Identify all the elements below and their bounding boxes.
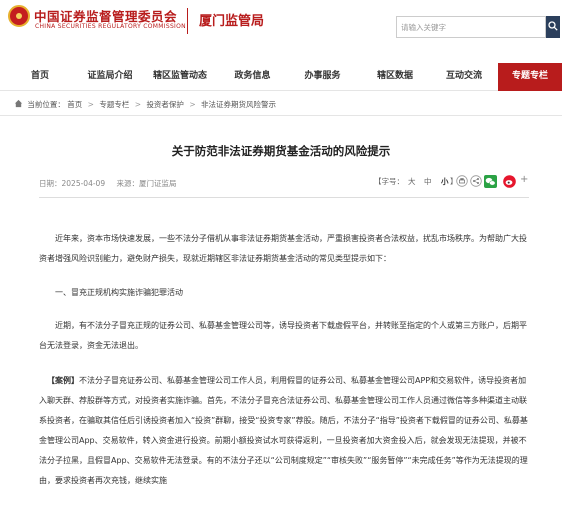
meta-divider	[39, 197, 529, 198]
search-icon	[548, 21, 558, 31]
article-paragraph-2: 近期，有不法分子冒充正规的证券公司、私募基金管理公司等，诱导投资者下载虚假平台，…	[39, 321, 527, 350]
share-icon[interactable]	[470, 175, 482, 187]
breadcrumb-separator: >	[134, 100, 142, 109]
search-box	[396, 16, 546, 38]
breadcrumb-risk-warning[interactable]: 非法证券期货风险警示	[201, 100, 276, 109]
bureau-name[interactable]: 厦门监管局	[199, 10, 264, 29]
breadcrumb: 当前位置： 首页 > 专题专栏 > 投资者保护 > 非法证券期货风险警示	[14, 99, 276, 110]
article-meta: 日期：2025-04-09 来源：厦门证监局	[39, 178, 185, 189]
search-button[interactable]	[546, 16, 560, 38]
font-size-label: 【字号：	[374, 177, 404, 186]
weibo-icon[interactable]	[503, 175, 516, 188]
national-emblem-icon	[8, 5, 30, 27]
nav-item-home[interactable]: 首页	[0, 63, 80, 91]
article-paragraph-case: 【案例】不法分子冒充证券公司、私募基金管理公司工作人员，利用假冒的证券公司、私募…	[39, 371, 534, 491]
nav-item-special-topics[interactable]: 专题专栏	[498, 63, 562, 91]
nav-item-about[interactable]: 证监局介绍	[80, 63, 140, 91]
home-icon	[14, 99, 23, 108]
font-size-large[interactable]: 大	[408, 176, 416, 187]
org-name-en: CHINA SECURITIES REGULATORY COMMISSION	[35, 23, 186, 30]
nav-item-data[interactable]: 辖区数据	[360, 63, 430, 91]
case-label: 【案例】	[47, 376, 79, 385]
breadcrumb-home[interactable]: 首页	[67, 100, 82, 109]
main-nav: 首页 证监局介绍 辖区监管动态 政务信息 办事服务 辖区数据 互动交流 专题专栏	[0, 63, 562, 91]
header-divider	[187, 8, 188, 34]
breadcrumb-investor-protection[interactable]: 投资者保护	[146, 100, 184, 109]
print-icon[interactable]	[456, 175, 468, 187]
breadcrumb-prefix: 当前位置：	[27, 100, 65, 109]
breadcrumb-special-topics[interactable]: 专题专栏	[99, 100, 129, 109]
article-section-heading: 一、冒充正规机构实施诈骗犯罪活动	[55, 288, 183, 297]
more-icon[interactable]: +	[520, 174, 528, 185]
article-source: 来源：厦门证监局	[116, 179, 177, 188]
breadcrumb-separator: >	[87, 100, 94, 109]
nav-item-gov-info[interactable]: 政务信息	[220, 63, 285, 91]
font-size-medium[interactable]: 中	[424, 176, 432, 187]
nav-item-interaction[interactable]: 互动交流	[430, 63, 498, 91]
wechat-icon[interactable]	[484, 175, 497, 188]
breadcrumb-divider	[0, 115, 562, 116]
article-title: 关于防范非法证券期货基金活动的风险提示	[171, 144, 391, 158]
search-input[interactable]	[401, 19, 531, 35]
breadcrumb-separator: >	[189, 100, 196, 109]
nav-item-services[interactable]: 办事服务	[285, 63, 360, 91]
case-text: 不法分子冒充证券公司、私募基金管理公司工作人员，利用假冒的证券公司、私募基金管理…	[39, 376, 528, 485]
nav-item-regulatory-news[interactable]: 辖区监管动态	[140, 63, 220, 91]
article-date: 日期：2025-04-09	[39, 179, 106, 188]
site-header: 中国证券监督管理委员会 CHINA SECURITIES REGULATORY …	[0, 0, 562, 56]
article-paragraph-intro: 近年来，资本市场快速发展，一些不法分子借机从事非法证券期货基金活动，严重损害投资…	[39, 234, 527, 263]
font-size-small[interactable]: 小	[441, 176, 449, 187]
